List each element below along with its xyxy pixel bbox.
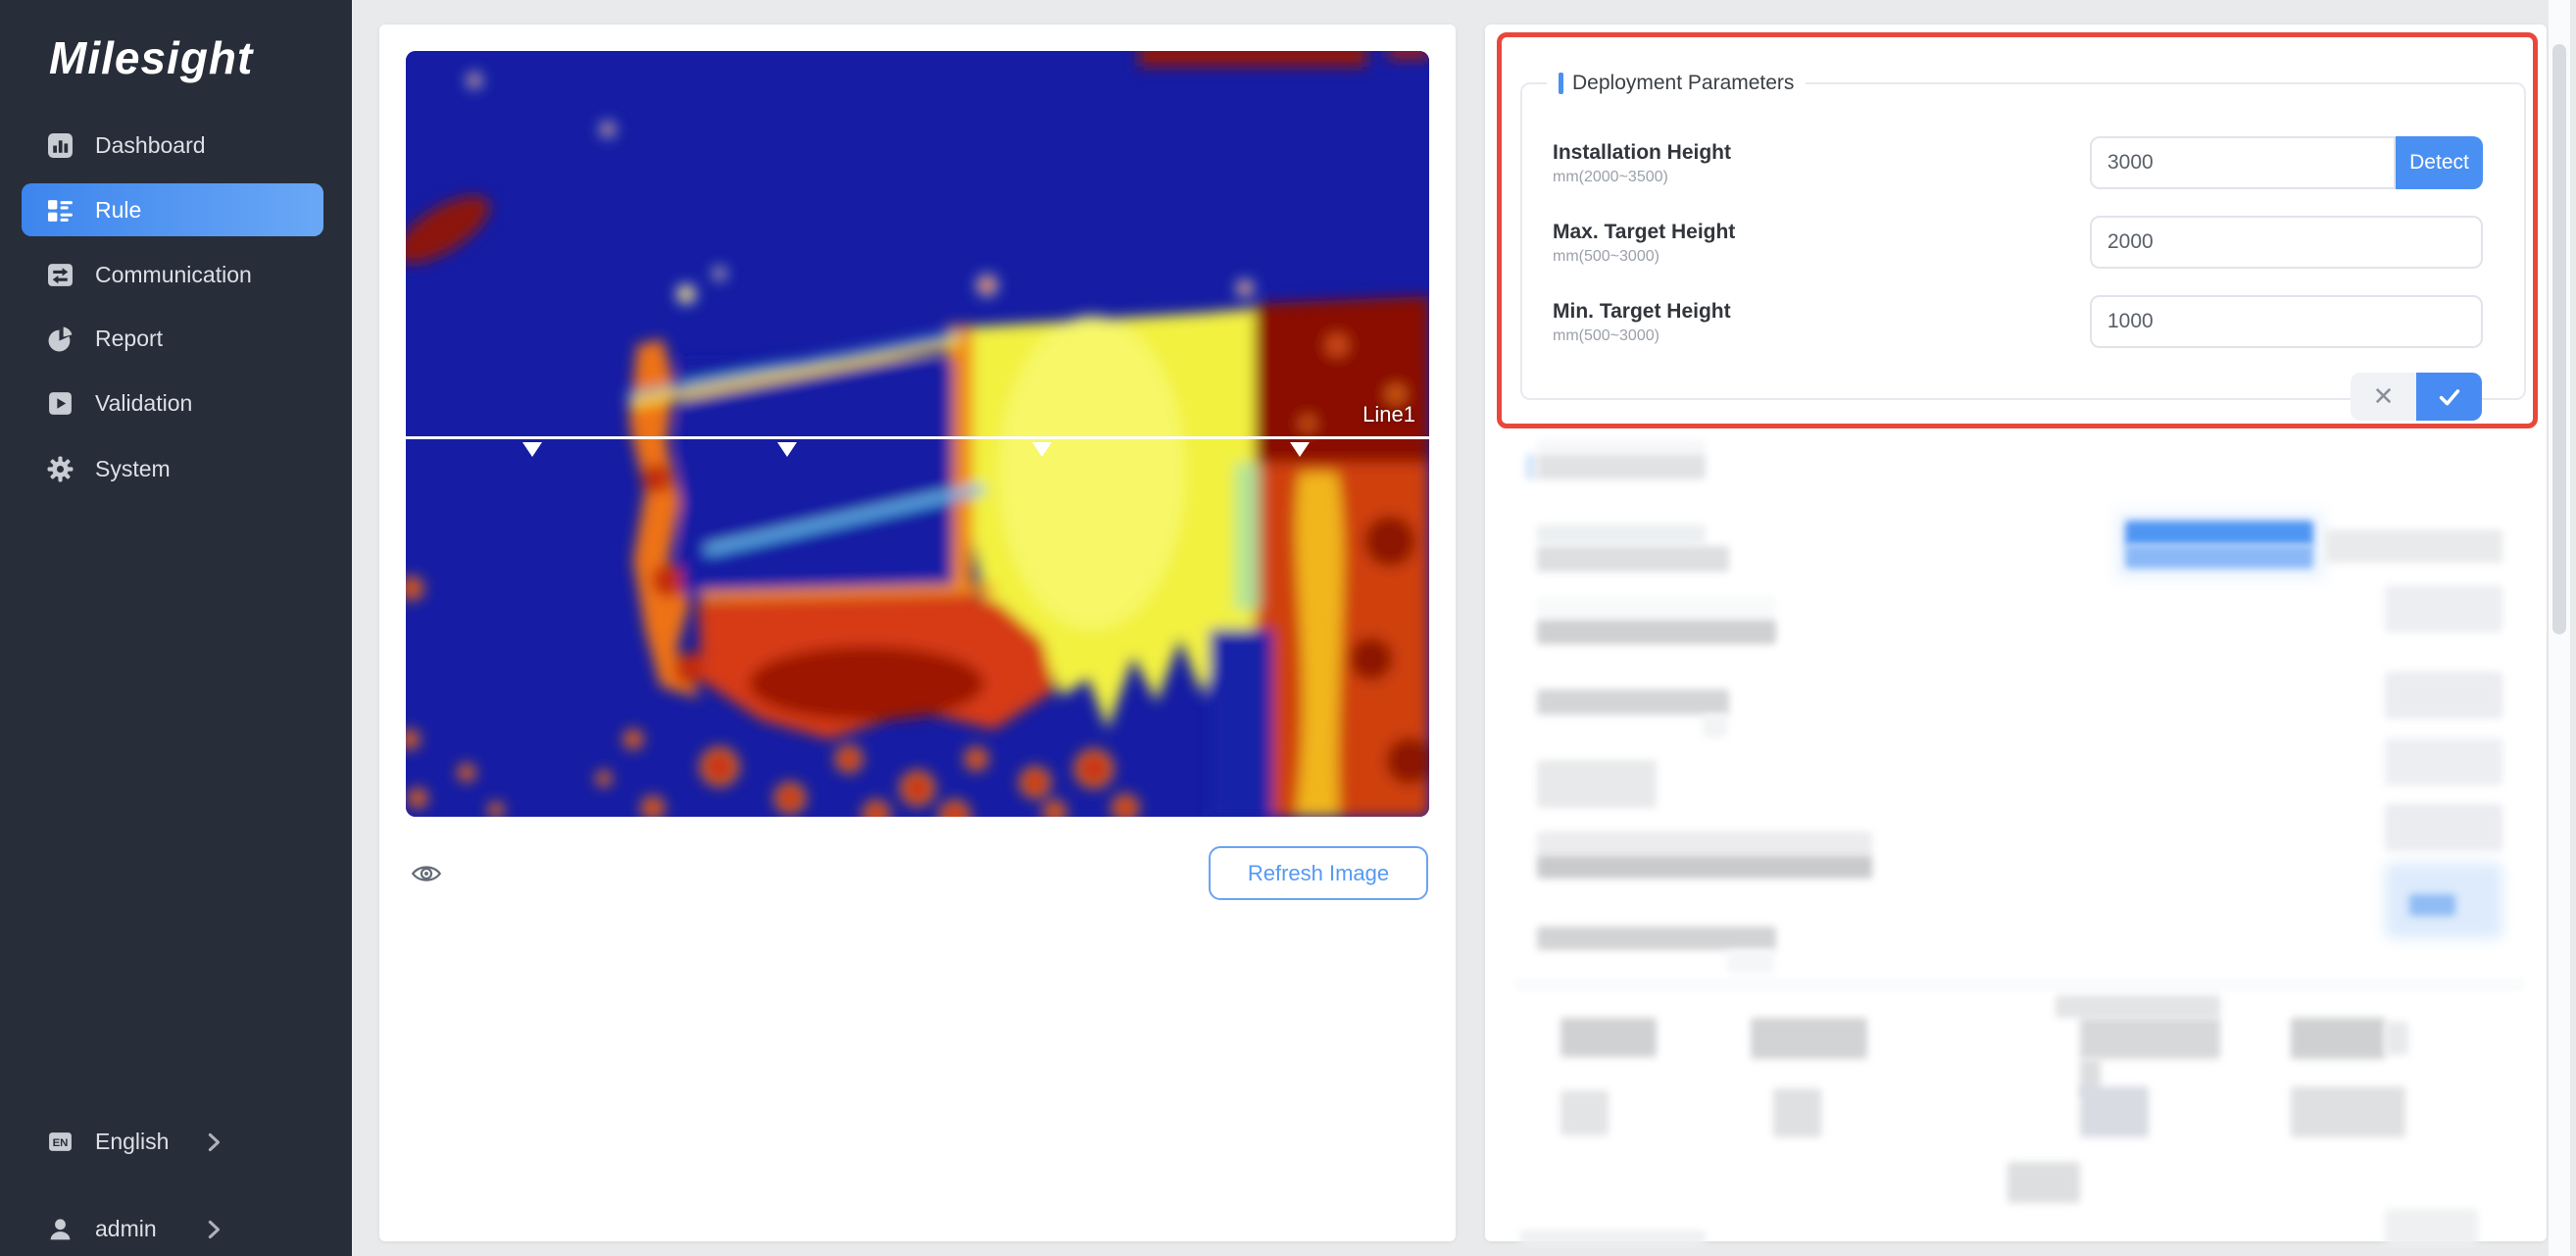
min-target-height-hint: mm(500~3000) — [1553, 327, 1660, 345]
redacted-cell — [1773, 1088, 1821, 1137]
redacted-text — [1537, 855, 1872, 879]
sidebar: Milesight Dashboard Rule Communication R… — [0, 0, 352, 1256]
redacted-text — [2385, 1209, 2478, 1245]
dashboard-icon — [47, 132, 74, 159]
redacted-text — [1537, 927, 1776, 950]
scrollbar-thumb[interactable] — [2552, 44, 2566, 634]
detection-line[interactable] — [406, 436, 1429, 439]
redacted-cell — [1560, 1018, 1657, 1057]
installation-height-input[interactable] — [2090, 136, 2396, 189]
redacted-text — [1727, 950, 1774, 973]
redacted-cell — [2056, 995, 2220, 1018]
redacted-button[interactable] — [2125, 545, 2313, 569]
rule-icon — [47, 197, 74, 224]
redacted-text — [1537, 831, 1872, 855]
redacted-control[interactable] — [2385, 672, 2502, 719]
language-badge: EN — [53, 1137, 69, 1149]
redacted-control[interactable] — [2385, 804, 2502, 851]
redacted-text — [1537, 440, 1706, 454]
section-divider — [1514, 978, 2524, 991]
sidebar-item-user[interactable]: admin — [0, 1202, 352, 1255]
redacted-control[interactable] — [2385, 738, 2502, 785]
detect-button[interactable]: Detect — [2396, 136, 2483, 189]
legend-title: Deployment Parameters — [1572, 72, 1794, 95]
language-icon: EN — [47, 1129, 74, 1155]
cancel-button[interactable]: ✕ — [2351, 373, 2416, 421]
system-icon — [47, 456, 74, 482]
max-target-height-input[interactable] — [2090, 216, 2483, 269]
redacted-text — [1537, 596, 1776, 618]
check-icon — [2439, 388, 2460, 406]
redacted-cell — [2080, 1086, 2149, 1137]
heatmap-canvas — [406, 51, 1429, 817]
line-handle[interactable] — [777, 442, 797, 457]
report-icon — [47, 326, 74, 352]
line-handle[interactable] — [1290, 442, 1310, 457]
max-target-height-hint: mm(500~3000) — [1553, 248, 1660, 266]
redacted-button[interactable] — [2125, 521, 2313, 545]
redacted-cell — [1751, 1018, 1867, 1059]
redacted-text — [1537, 546, 1729, 572]
redacted-text — [1537, 525, 1706, 544]
redacted-text — [1537, 454, 1706, 479]
redacted-text — [1537, 689, 1729, 715]
sidebar-item-label: Rule — [95, 197, 141, 224]
sidebar-item-label: Dashboard — [95, 132, 206, 159]
redacted-button[interactable] — [2409, 894, 2455, 916]
app-root: Milesight Dashboard Rule Communication R… — [0, 0, 2576, 1256]
sidebar-item-label: Report — [95, 326, 163, 352]
redacted-cell — [2385, 1022, 2408, 1055]
sidebar-item-rule[interactable]: Rule — [22, 183, 323, 236]
sidebar-item-label: System — [95, 456, 171, 482]
validation-icon — [47, 390, 74, 417]
sidebar-item-report[interactable]: Report — [0, 312, 352, 365]
thermal-depth-image[interactable]: Line1 — [406, 51, 1429, 817]
sidebar-item-label: Validation — [95, 390, 192, 417]
redacted-text — [1520, 1231, 1706, 1245]
line-label: Line1 — [1362, 402, 1415, 427]
communication-icon — [47, 262, 74, 288]
redacted-cell — [1560, 1090, 1609, 1135]
redacted-text — [1537, 620, 1776, 644]
redacted-cell — [2291, 1018, 2385, 1059]
max-target-height-label: Max. Target Height — [1553, 221, 1735, 244]
sidebar-item-label: Communication — [95, 262, 252, 288]
redacted-cell — [2291, 1086, 2405, 1137]
redacted-text — [1703, 715, 1727, 737]
sidebar-item-communication[interactable]: Communication — [0, 248, 352, 301]
legend-accent-bar — [1559, 73, 1563, 94]
sidebar-item-label: English — [95, 1129, 169, 1155]
sidebar-item-language[interactable]: EN English — [0, 1115, 352, 1168]
redacted-cell — [2007, 1162, 2080, 1203]
deployment-parameters-legend: Deployment Parameters — [1547, 69, 1806, 98]
min-target-height-label: Min. Target Height — [1553, 300, 1731, 324]
redacted-cell — [2080, 1018, 2220, 1059]
installation-height-label: Installation Height — [1553, 141, 1731, 165]
user-icon — [47, 1216, 74, 1242]
sidebar-item-label: admin — [95, 1216, 157, 1242]
chevron-right-icon — [208, 1219, 222, 1238]
brand-logo: Milesight — [49, 31, 253, 84]
installation-height-hint: mm(2000~3500) — [1553, 169, 1668, 186]
redacted-text — [1525, 454, 1537, 479]
line-handle[interactable] — [522, 442, 542, 457]
eye-icon[interactable] — [412, 861, 441, 886]
chevron-right-icon — [208, 1131, 222, 1151]
sidebar-item-system[interactable]: System — [0, 442, 352, 495]
confirm-button[interactable] — [2416, 373, 2482, 421]
redacted-text — [1537, 760, 1657, 808]
line-handle[interactable] — [1032, 442, 1052, 457]
min-target-height-input[interactable] — [2090, 295, 2483, 348]
sidebar-item-validation[interactable]: Validation — [0, 377, 352, 429]
sidebar-item-dashboard[interactable]: Dashboard — [0, 119, 352, 172]
redacted-control[interactable] — [2385, 585, 2502, 632]
redacted-text — [2325, 529, 2502, 563]
refresh-image-button[interactable]: Refresh Image — [1209, 846, 1428, 900]
